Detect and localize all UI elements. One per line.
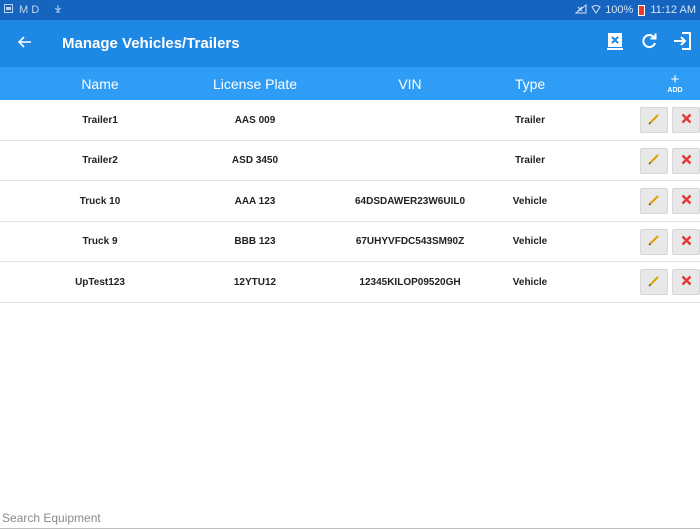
logout-button[interactable] <box>672 31 694 56</box>
wifi-icon <box>591 4 601 17</box>
column-header-name: Name <box>81 75 119 92</box>
refresh-icon <box>640 32 658 55</box>
cell-vin: 67UHYVFDC543SM90Z <box>355 236 465 247</box>
cell-license-plate: BBB 123 <box>234 236 276 247</box>
table-row[interactable]: Trailer1 AAS 009 Trailer <box>0 100 700 141</box>
table-header: Name License Plate VIN Type + ADD <box>0 67 700 100</box>
cell-vin: 64DSDAWER23W6UIL0 <box>354 195 466 207</box>
delete-x-icon <box>681 275 692 289</box>
cell-name: Trailer2 <box>82 155 118 166</box>
delete-button[interactable] <box>672 107 700 133</box>
edit-button[interactable] <box>640 147 668 174</box>
search-bar <box>0 508 700 529</box>
notification-icon <box>4 4 13 16</box>
clock: 11:12 AM <box>650 4 696 16</box>
signal-icon <box>574 3 587 17</box>
cell-license-plate: ASD 3450 <box>231 155 279 166</box>
edit-button[interactable] <box>640 228 668 255</box>
column-header-type: Type <box>514 75 546 92</box>
battery-percent: 100% <box>605 4 634 16</box>
app-actions <box>604 20 694 67</box>
edit-button[interactable] <box>640 107 668 133</box>
column-header-vin: VIN <box>398 75 422 92</box>
add-equipment-button[interactable]: + ADD <box>650 67 700 100</box>
edit-button[interactable] <box>640 188 668 214</box>
delete-x-icon <box>681 113 692 127</box>
column-header-license-plate: License Plate <box>212 75 298 92</box>
pencil-icon <box>648 234 660 249</box>
delete-button[interactable] <box>672 147 700 174</box>
clear-equipment-icon <box>606 32 624 56</box>
delete-x-icon <box>681 194 692 208</box>
cell-vin: 12345KILOP09520GH <box>359 276 461 288</box>
clear-equipment-button[interactable] <box>604 32 626 56</box>
delete-x-icon <box>681 235 692 249</box>
cell-type: Trailer <box>514 114 546 126</box>
status-left-text: M D <box>19 4 40 16</box>
back-button[interactable] <box>0 20 50 67</box>
refresh-button[interactable] <box>638 33 660 55</box>
back-arrow-icon <box>17 33 32 55</box>
table-row[interactable]: Trailer2 ASD 3450 Trailer <box>0 141 700 181</box>
table-row[interactable]: Truck 10 AAA 123 64DSDAWER23W6UIL0 Vehic… <box>0 181 700 222</box>
table-row[interactable]: UpTest123 12YTU12 12345KILOP09520GH Vehi… <box>0 262 700 303</box>
pencil-icon <box>648 113 660 128</box>
cell-name: Truck 9 <box>82 236 118 247</box>
edit-button[interactable] <box>640 269 668 295</box>
cell-type: Vehicle <box>512 276 548 288</box>
page-title: Manage Vehicles/Trailers <box>62 35 240 52</box>
status-bar: M D 100% 11:12 AM <box>0 0 700 20</box>
equipment-list: Trailer1 AAS 009 Trailer Trailer2 ASD 34… <box>0 100 700 303</box>
search-equipment-input[interactable] <box>0 508 700 528</box>
cell-license-plate: AAA 123 <box>234 195 276 207</box>
table-row[interactable]: Truck 9 BBB 123 67UHYVFDC543SM90Z Vehicl… <box>0 222 700 262</box>
cell-type: Vehicle <box>512 195 548 207</box>
battery-icon <box>638 4 646 16</box>
cell-license-plate: AAS 009 <box>234 114 276 126</box>
pencil-icon <box>648 275 660 290</box>
cell-vin <box>330 100 490 140</box>
delete-x-icon <box>681 154 692 168</box>
logout-icon <box>673 31 693 56</box>
cell-name: Truck 10 <box>79 195 121 207</box>
status-left: M D <box>4 4 63 17</box>
status-right: 100% 11:12 AM <box>574 3 696 17</box>
cell-vin <box>330 141 490 181</box>
cell-name: Trailer1 <box>82 114 118 126</box>
delete-button[interactable] <box>672 228 700 255</box>
delete-button[interactable] <box>672 269 700 295</box>
plus-icon: + <box>670 70 680 88</box>
pencil-icon <box>648 194 660 209</box>
cell-license-plate: 12YTU12 <box>233 276 277 288</box>
pencil-icon <box>648 153 660 168</box>
usb-icon <box>53 4 63 17</box>
add-label: ADD <box>667 86 683 94</box>
cell-type: Vehicle <box>512 236 548 247</box>
cell-name: UpTest123 <box>75 276 125 288</box>
app-bar: Manage Vehicles/Trailers <box>0 20 700 67</box>
cell-type: Trailer <box>514 155 546 166</box>
delete-button[interactable] <box>672 188 700 214</box>
